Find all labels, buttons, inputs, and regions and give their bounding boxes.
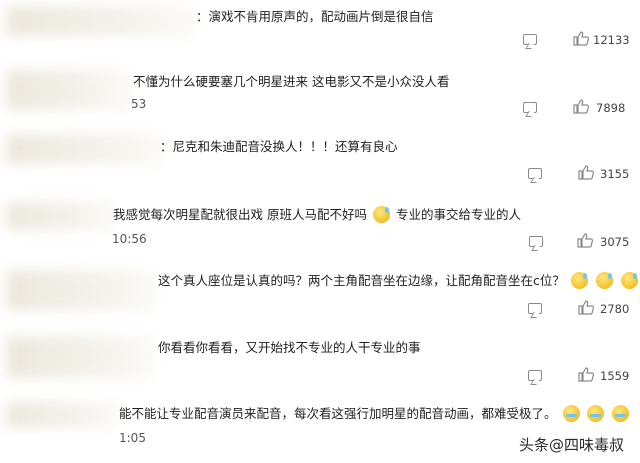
timestamp: 1:05	[119, 431, 146, 445]
blurred-avatar-username	[6, 70, 131, 110]
like-count: 3075	[600, 235, 630, 249]
timestamp: 53	[131, 97, 147, 111]
comment-icon[interactable]	[523, 34, 537, 45]
comment-icon[interactable]	[529, 236, 543, 247]
comment-row: 这个真人座位是认真的吗？两个主角配音坐在边缘，让配角配音坐在c位？ 2780	[0, 264, 640, 330]
thumbs-up-icon[interactable]	[578, 300, 595, 315]
sweat-smile-emoji	[372, 206, 390, 223]
thumbs-up-icon[interactable]	[578, 165, 595, 180]
comment-row: ：尼克和朱迪配音没换人！！！还算有良心 3155	[0, 132, 640, 198]
comment-row: 我感觉每次明星配就很出戏 原班人马配不好吗 专业的事交给专业的人 10:56 3…	[0, 198, 640, 264]
thumbs-up-icon[interactable]	[577, 233, 594, 248]
blurred-avatar-username	[6, 134, 164, 164]
like-count: 7898	[596, 101, 626, 115]
like-count: 3155	[600, 167, 630, 181]
thumbs-up-icon[interactable]	[578, 367, 595, 382]
like-count: 2780	[600, 302, 630, 316]
blurred-avatar-username	[6, 336, 154, 378]
thumbs-up-icon[interactable]	[573, 31, 590, 46]
blurred-avatar-username	[6, 270, 156, 310]
comment-text: 不懂为什么硬要塞几个明星进来 这电影又不是小众没人看	[133, 74, 450, 89]
blurred-avatar-username	[6, 6, 196, 36]
comment-text: 能不能让专业配音演员来配音，每次看这强行加明星的配音动画，都难受极了。	[119, 405, 631, 422]
comment-text-part: 这个真人座位是认真的吗？两个主角配音坐在边缘，让配角配音坐在c位？	[158, 273, 565, 288]
comment-row: 不懂为什么硬要塞几个明星进来 这电影又不是小众没人看 53 7898	[0, 66, 640, 132]
timestamp: 10:56	[112, 232, 147, 246]
comment-text: ：演戏不肯用原声的，配动画片倒是很自信	[196, 9, 434, 24]
crying-emoji	[562, 405, 580, 422]
comment-text: 你看看你看看，又开始找不专业的人干专业的事	[158, 340, 421, 355]
sweat-smile-emoji	[620, 272, 638, 289]
comment-text-part: 我感觉每次明星配就很出戏 原班人马配不好吗	[113, 207, 367, 222]
blurred-avatar-username	[6, 402, 118, 428]
comment-icon[interactable]	[528, 303, 542, 314]
watermark: 头条@四味毒叔	[518, 436, 624, 454]
blurred-avatar-username	[6, 202, 114, 230]
comment-row: 你看看你看看，又开始找不专业的人干专业的事 1559	[0, 330, 640, 398]
comment-icon[interactable]	[528, 168, 542, 179]
comment-text: ：尼克和朱迪配音没换人！！！还算有良心	[160, 139, 398, 154]
crying-emoji	[612, 405, 630, 422]
comment-text-part: 专业的事交给专业的人	[395, 207, 521, 222]
comment-text: 我感觉每次明星配就很出戏 原班人马配不好吗 专业的事交给专业的人	[113, 206, 521, 223]
crying-emoji	[587, 405, 605, 422]
comment-row: ：演戏不肯用原声的，配动画片倒是很自信 12133	[0, 0, 640, 66]
comment-text: 这个真人座位是认真的吗？两个主角配音坐在边缘，让配角配音坐在c位？	[158, 272, 640, 289]
like-count: 1559	[600, 369, 630, 383]
comment-icon[interactable]	[523, 102, 537, 113]
like-count: 12133	[593, 33, 630, 47]
comment-icon[interactable]	[528, 370, 542, 381]
sweat-smile-emoji	[570, 272, 588, 289]
comment-text-part: 能不能让专业配音演员来配音，每次看这强行加明星的配音动画，都难受极了。	[119, 406, 557, 421]
thumbs-up-icon[interactable]	[573, 99, 590, 114]
sweat-smile-emoji	[595, 272, 613, 289]
